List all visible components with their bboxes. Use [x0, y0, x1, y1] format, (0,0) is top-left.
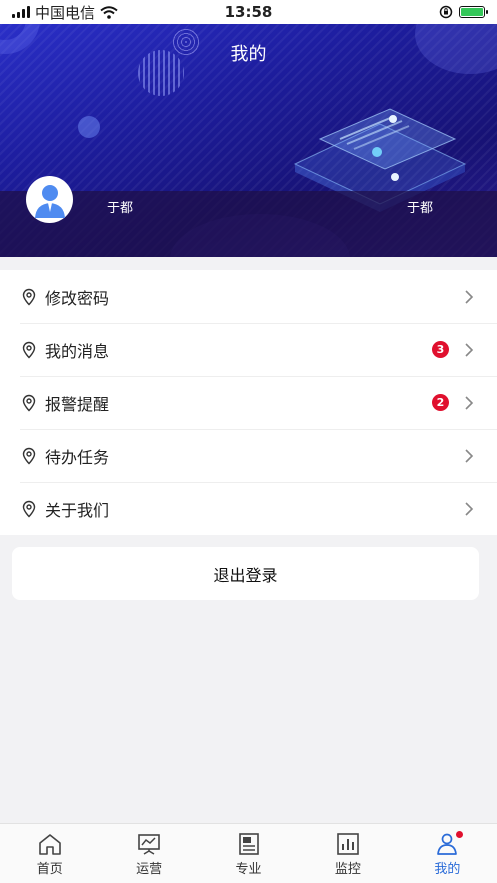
location-pin-icon [22, 288, 36, 306]
chevron-right-icon [465, 448, 474, 463]
tab-mine[interactable]: 我的 [398, 824, 497, 883]
tab-operations[interactable]: 运营 [99, 824, 198, 883]
menu-item-alarm-reminders[interactable]: 报警提醒 2 [0, 376, 497, 429]
bar-chart-icon [337, 833, 359, 855]
chevron-right-icon [465, 395, 474, 410]
menu-item-label: 我的消息 [45, 341, 110, 361]
location-pin-icon [22, 447, 36, 465]
tab-monitoring[interactable]: 监控 [298, 824, 397, 883]
menu-item-label: 修改密码 [45, 288, 110, 308]
tab-label: 我的 [434, 862, 461, 877]
profile-header: 我的 [0, 24, 497, 257]
avatar[interactable] [26, 176, 73, 223]
notification-dot [455, 831, 463, 838]
location-pin-icon [22, 341, 36, 359]
home-icon [38, 834, 61, 855]
status-bar: 中国电信 13:58 [0, 0, 497, 24]
unread-badge: 3 [432, 341, 449, 358]
tab-label: 首页 [36, 862, 63, 877]
document-icon [238, 833, 259, 855]
menu-item-change-password[interactable]: 修改密码 [0, 270, 497, 323]
battery-icon [459, 6, 488, 18]
menu-item-my-messages[interactable]: 我的消息 3 [0, 323, 497, 376]
tab-professional[interactable]: 专业 [199, 824, 298, 883]
menu-item-pending-tasks[interactable]: 待办任务 [0, 429, 497, 482]
menu-item-label: 报警提醒 [45, 394, 110, 414]
user-name: 于都 [107, 201, 134, 216]
presentation-icon [138, 834, 160, 855]
carrier-name: 中国电信 [35, 3, 96, 22]
signal-icon [12, 6, 30, 18]
logout-button[interactable]: 退出登录 [12, 547, 479, 600]
wifi-icon [100, 5, 118, 19]
page-title: 我的 [230, 44, 267, 65]
rotation-lock-icon [439, 5, 453, 19]
tab-label: 专业 [235, 862, 262, 877]
location-pin-icon [22, 500, 36, 518]
tab-label: 运营 [136, 862, 163, 877]
bottom-tab-bar: 首页 运营 专业 监控 我的 [0, 823, 497, 883]
unread-badge: 2 [432, 394, 449, 411]
chevron-right-icon [465, 501, 474, 516]
tab-home[interactable]: 首页 [0, 824, 99, 883]
chevron-right-icon [465, 289, 474, 304]
tab-label: 监控 [334, 862, 361, 877]
menu-item-about-us[interactable]: 关于我们 [0, 482, 497, 535]
user-org: 于都 [406, 201, 433, 216]
menu-item-label: 关于我们 [45, 500, 110, 520]
user-avatar-icon [34, 184, 65, 218]
settings-menu: 修改密码 我的消息 3 报警提醒 2 待办任务 关于我们 [0, 270, 497, 535]
chevron-right-icon [465, 342, 474, 357]
location-pin-icon [22, 394, 36, 412]
menu-item-label: 待办任务 [45, 447, 110, 467]
